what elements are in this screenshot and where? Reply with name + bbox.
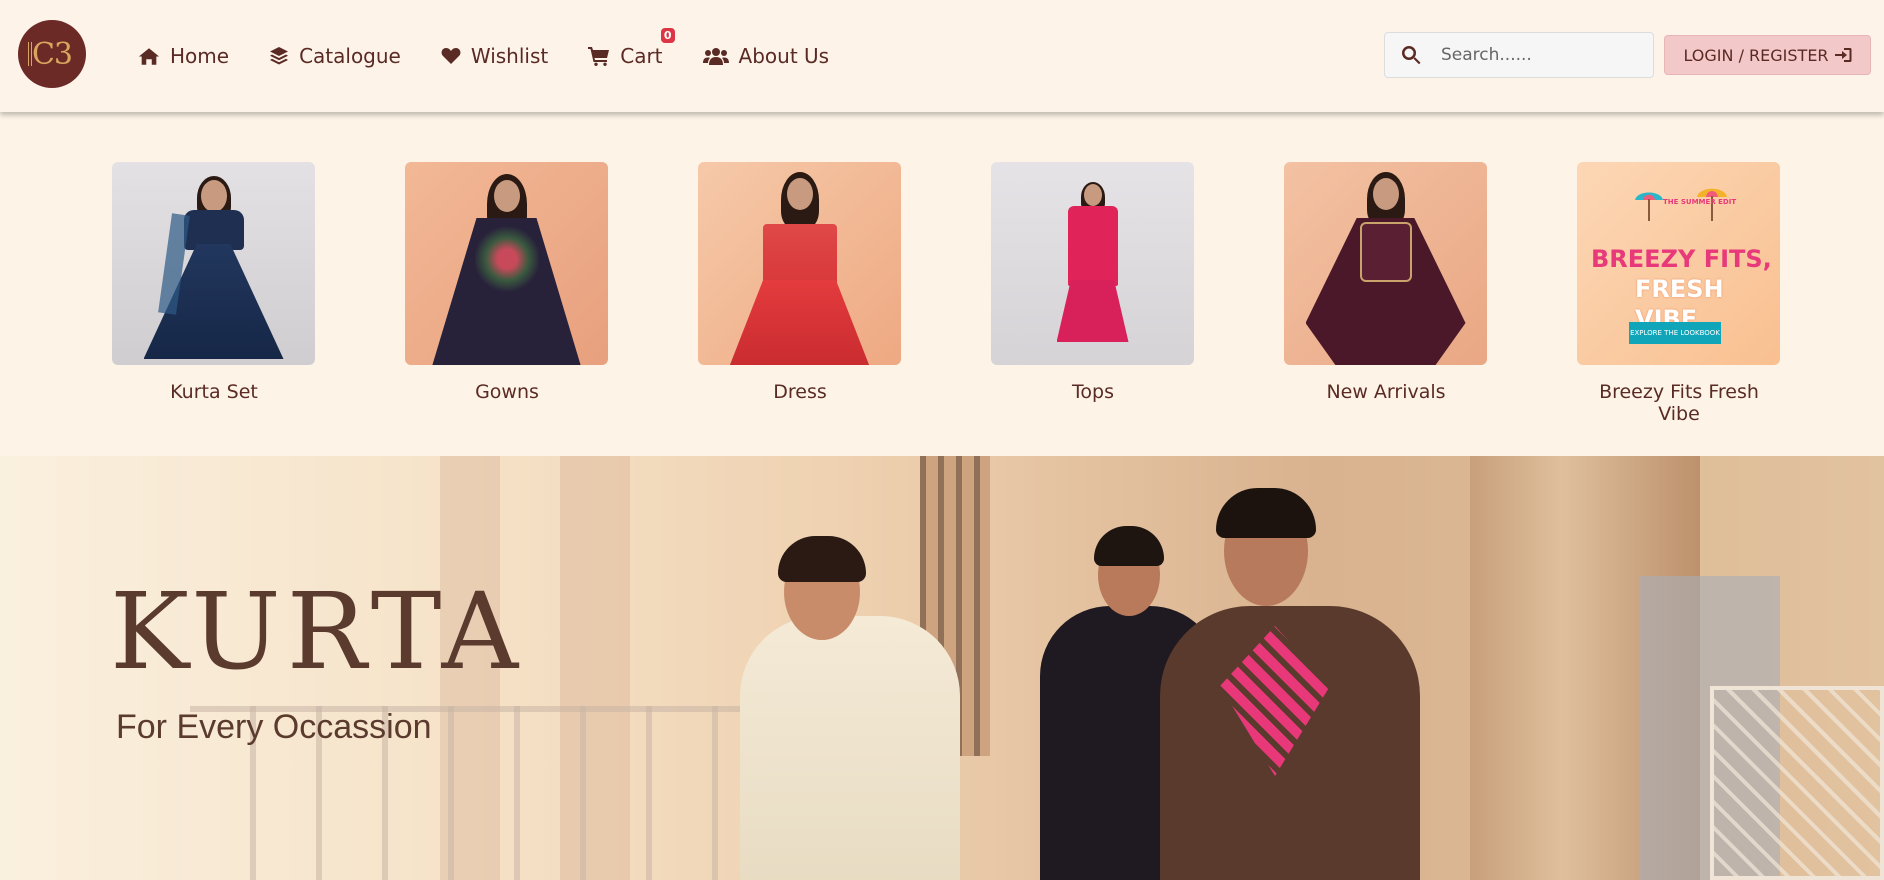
login-register-button[interactable]: LOGIN / REGISTER xyxy=(1664,35,1871,75)
category-card-gowns[interactable]: Gowns xyxy=(405,162,609,403)
category-card-new-arrivals[interactable]: New Arrivals xyxy=(1284,162,1488,403)
category-label: Dress xyxy=(773,381,827,403)
nav-catalogue-label: Catalogue xyxy=(299,44,401,68)
nav-home[interactable]: Home xyxy=(138,44,229,68)
nav-wishlist[interactable]: Wishlist xyxy=(441,44,548,68)
layers-icon xyxy=(270,47,289,65)
top-navbar: C3 Home Catalogue Wishlist Cart 0 About … xyxy=(0,0,1884,112)
search-input[interactable] xyxy=(1441,45,1621,65)
category-card-dress[interactable]: Dress xyxy=(698,162,902,403)
login-register-label: LOGIN / REGISTER xyxy=(1683,45,1829,65)
beach-umbrella-icon xyxy=(1635,192,1663,221)
promo-title: BREEZY FITS, FRESH VIBE xyxy=(1591,244,1780,334)
category-image-breezy-fits: THE SUMMER EDIT BREEZY FITS, FRESH VIBE … xyxy=(1577,162,1780,365)
brand-logo[interactable]: C3 xyxy=(18,20,86,88)
heart-icon xyxy=(441,48,461,64)
nav-wishlist-label: Wishlist xyxy=(470,44,549,68)
hero-banner[interactable]: KURTA For Every Occassion xyxy=(0,456,1884,880)
category-label: Tops xyxy=(1072,381,1114,403)
model-hair xyxy=(1094,526,1164,566)
cart-icon xyxy=(588,47,610,66)
model-figure xyxy=(740,616,960,880)
nav-cart-label: Cart xyxy=(620,44,663,68)
logo-text: C3 xyxy=(31,36,73,72)
category-image-dress xyxy=(698,162,901,365)
category-image-new-arrivals xyxy=(1284,162,1487,365)
nav-home-label: Home xyxy=(170,44,230,68)
category-strip: Kurta Set Gowns Dress Tops New Arrivals … xyxy=(0,112,1884,456)
category-label: Breezy Fits Fresh Vibe xyxy=(1599,381,1759,425)
category-image-tops xyxy=(991,162,1194,365)
category-card-kurta-set[interactable]: Kurta Set xyxy=(112,162,316,403)
promo-small-text: THE SUMMER EDIT xyxy=(1663,198,1737,206)
nav-cart[interactable]: Cart 0 xyxy=(588,28,675,68)
logo-pillar xyxy=(28,42,32,66)
model-hair xyxy=(1216,488,1316,538)
main-nav: Home Catalogue Wishlist Cart 0 About Us xyxy=(138,0,869,112)
category-label: New Arrivals xyxy=(1326,381,1446,403)
search-bar xyxy=(1384,32,1654,78)
banner-subtitle: For Every Occassion xyxy=(116,708,432,746)
lattice-panel xyxy=(1710,686,1884,880)
category-card-tops[interactable]: Tops xyxy=(991,162,1195,403)
category-image-kurta-set xyxy=(112,162,315,365)
nav-about[interactable]: About Us xyxy=(702,44,830,68)
explore-lookbook-button: EXPLORE THE LOOKBOOK xyxy=(1629,322,1721,344)
category-label: Gowns xyxy=(475,381,539,403)
cart-count-badge: 0 xyxy=(660,28,675,43)
nav-about-label: About Us xyxy=(738,44,830,68)
promo-line-1: BREEZY FITS, xyxy=(1591,245,1772,273)
users-icon xyxy=(702,47,729,65)
search-icon[interactable] xyxy=(1401,45,1421,65)
sign-in-icon xyxy=(1834,48,1852,62)
home-icon xyxy=(138,47,160,65)
category-label: Kurta Set xyxy=(170,381,258,403)
category-image-gowns xyxy=(405,162,608,365)
category-card-breezy-fits[interactable]: THE SUMMER EDIT BREEZY FITS, FRESH VIBE … xyxy=(1577,162,1781,425)
model-hair xyxy=(778,536,866,582)
nav-catalogue[interactable]: Catalogue xyxy=(269,44,401,68)
banner-title: KURTA xyxy=(110,570,525,693)
